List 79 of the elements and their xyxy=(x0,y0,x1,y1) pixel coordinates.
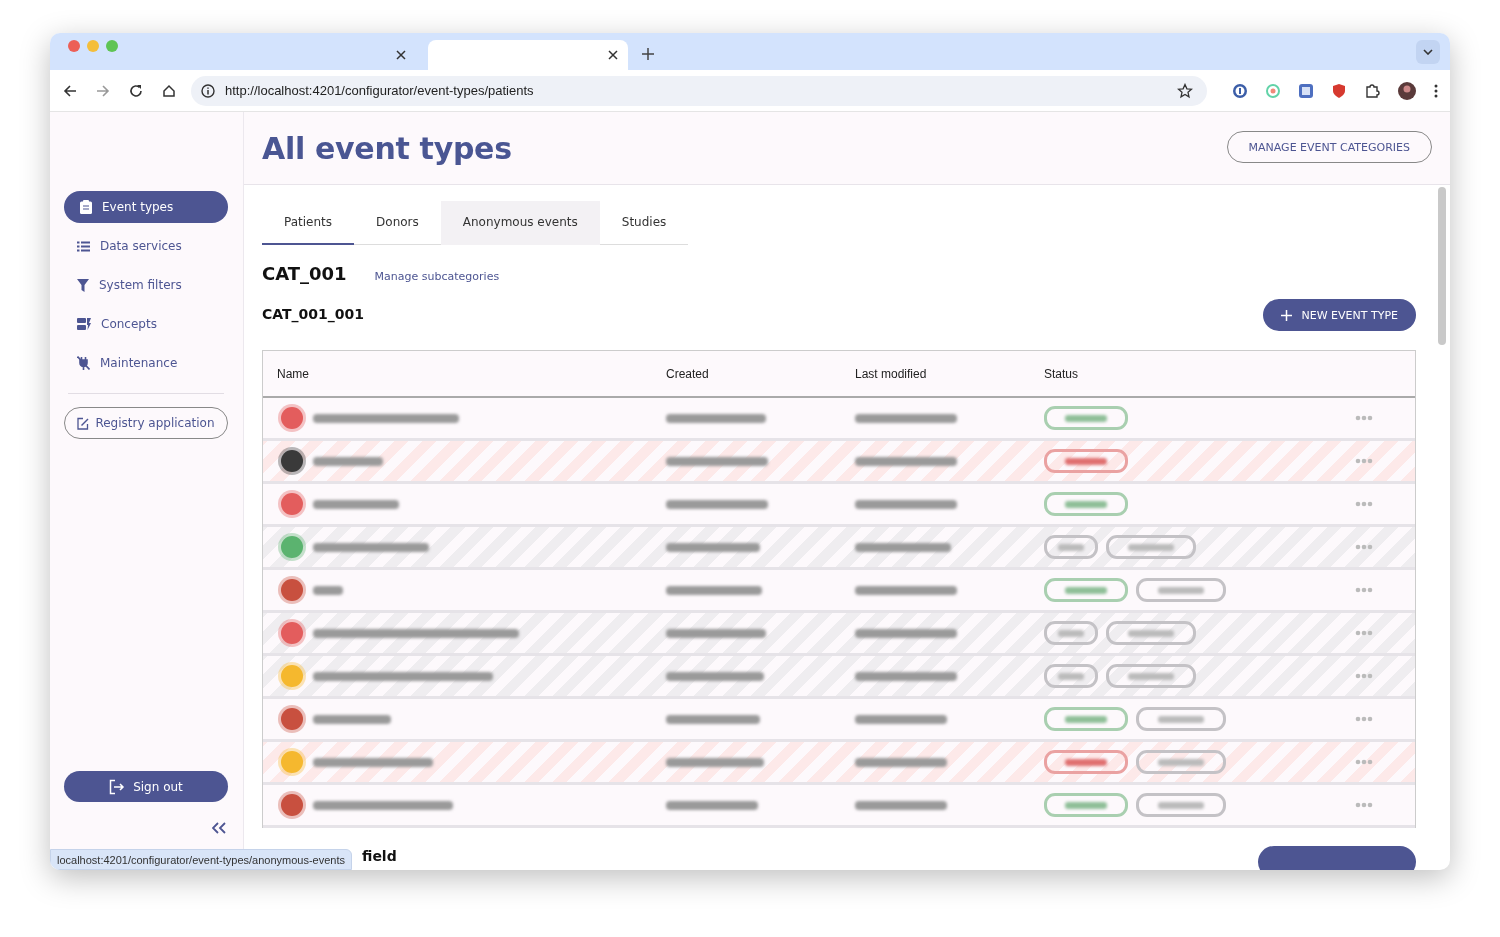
maximize-window-icon[interactable] xyxy=(106,39,118,52)
sign-out-icon xyxy=(109,778,126,795)
table-row[interactable] xyxy=(263,656,1415,699)
ring-extension-icon[interactable] xyxy=(1265,82,1281,99)
shield-icon[interactable] xyxy=(1331,82,1347,99)
tab[interactable]: Donors xyxy=(354,201,441,245)
close-icon[interactable] xyxy=(396,50,406,60)
star-icon[interactable] xyxy=(1177,82,1193,99)
column-header: Status xyxy=(1044,366,1080,381)
category-title: CAT_001 xyxy=(262,263,347,284)
more-icon[interactable] xyxy=(1355,673,1373,679)
scrollbar-thumb[interactable] xyxy=(1438,187,1446,345)
subcategory-title: CAT_001_001 xyxy=(262,306,365,322)
edit-icon xyxy=(77,416,90,430)
tab[interactable]: Patients xyxy=(262,201,355,245)
plug-off-icon xyxy=(77,356,90,370)
new-event-type-button[interactable]: NEW EVENT TYPE xyxy=(1262,299,1416,331)
avatar-icon xyxy=(277,704,307,734)
column-header: Last modified xyxy=(855,366,928,381)
new-tab-icon[interactable] xyxy=(642,48,654,60)
reload-icon[interactable] xyxy=(129,83,143,98)
more-icon[interactable] xyxy=(1355,759,1373,765)
avatar-icon xyxy=(277,747,307,777)
sidebar-item[interactable]: System filters xyxy=(64,269,228,301)
close-window-icon[interactable] xyxy=(68,39,80,52)
status-url: localhost:4201/configurator/event-types/anonymous-events xyxy=(50,849,352,870)
sign-out-button[interactable]: Sign out xyxy=(64,771,228,802)
forward-icon[interactable] xyxy=(96,83,110,98)
table-row[interactable] xyxy=(263,613,1415,656)
filter-icon xyxy=(77,278,89,292)
list-icon xyxy=(77,240,90,252)
avatar-icon xyxy=(277,446,307,476)
info-icon[interactable] xyxy=(201,83,215,98)
sidebar-item[interactable]: Data services xyxy=(64,230,228,262)
sidebar-item[interactable]: Maintenance xyxy=(64,347,228,379)
home-icon[interactable] xyxy=(162,83,176,98)
menu-icon[interactable] xyxy=(1434,83,1438,98)
sidebar-item[interactable]: Concepts xyxy=(64,308,228,340)
square-extension-icon[interactable] xyxy=(1298,82,1314,99)
section-title: field xyxy=(362,848,397,864)
avatar-icon xyxy=(277,489,307,519)
more-icon[interactable] xyxy=(1355,501,1373,507)
collapse-icon[interactable] xyxy=(212,822,226,834)
blocks-icon xyxy=(77,318,91,330)
table-row[interactable] xyxy=(263,441,1415,484)
more-icon[interactable] xyxy=(1355,544,1373,550)
tab-list-button[interactable] xyxy=(1416,39,1440,64)
more-icon[interactable] xyxy=(1355,415,1373,421)
avatar-icon xyxy=(277,403,307,433)
more-icon[interactable] xyxy=(1355,458,1373,464)
page-title: All event types xyxy=(262,130,512,166)
avatar-icon xyxy=(277,532,307,562)
chevron-icon xyxy=(1423,48,1433,55)
avatar-icon xyxy=(277,618,307,648)
column-header: Created xyxy=(666,366,710,381)
section-button[interactable] xyxy=(1258,846,1416,870)
manage-subcategories-link[interactable]: Manage subcategories xyxy=(374,270,500,283)
more-icon[interactable] xyxy=(1355,802,1373,808)
blurred-name xyxy=(313,456,383,466)
more-icon[interactable] xyxy=(1355,587,1373,593)
blurred-name xyxy=(313,585,343,595)
avatar-icon xyxy=(277,790,307,820)
tab[interactable]: Studies xyxy=(599,201,689,245)
address-bar[interactable]: http://localhost:4201/configurator/event-types/patients xyxy=(191,75,1207,106)
more-icon[interactable] xyxy=(1355,630,1373,636)
sidebar-item[interactable]: Event types xyxy=(64,191,228,223)
table-row[interactable] xyxy=(263,527,1415,570)
back-icon[interactable] xyxy=(63,83,77,98)
clipboard-icon xyxy=(80,200,92,214)
plus-icon xyxy=(1280,309,1292,321)
close-icon[interactable] xyxy=(608,50,618,60)
more-icon[interactable] xyxy=(1355,716,1373,722)
avatar-icon xyxy=(277,661,307,691)
avatar-icon xyxy=(277,575,307,605)
puzzle-icon[interactable] xyxy=(1364,82,1380,99)
profile-avatar[interactable] xyxy=(1397,80,1417,101)
column-header: Name xyxy=(277,366,310,381)
table-row[interactable] xyxy=(263,742,1415,785)
tab[interactable]: Anonymous events xyxy=(440,201,600,245)
